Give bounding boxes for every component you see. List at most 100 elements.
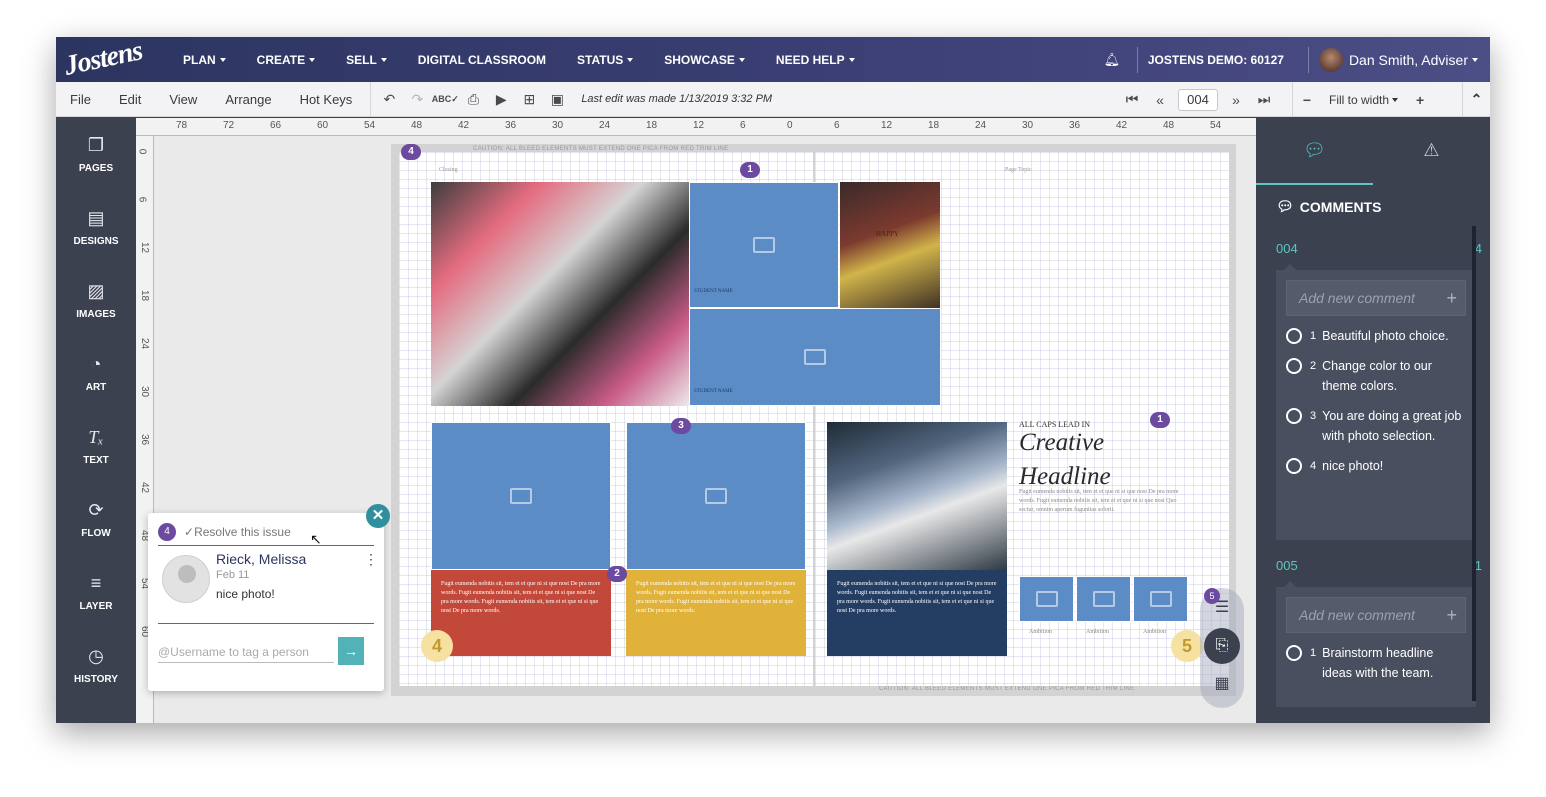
next-page-icon[interactable]: »	[1222, 92, 1250, 108]
flow-icon: ⟳	[88, 500, 104, 520]
caption-block-navy[interactable]: Fugit eumenda nobitis sit, tem et et que…	[827, 570, 1007, 656]
nav-digital-classroom[interactable]: DIGITAL CLASSROOM	[418, 53, 546, 67]
photo-placeholder[interactable]: STUDENT NAME	[689, 182, 839, 308]
sidebar-item-history[interactable]: ◷ HISTORY	[56, 629, 136, 702]
folio-left: Closing	[439, 167, 458, 173]
menu-edit[interactable]: Edit	[105, 92, 155, 107]
resolve-radio[interactable]	[1286, 645, 1302, 661]
close-icon[interactable]: ✕	[366, 504, 390, 528]
ruler-tick-label: 66	[270, 120, 282, 131]
sidebar-item-pages[interactable]: ❐ PAGES	[56, 118, 136, 191]
app-window: Jostens PLAN CREATE SELL DIGITAL CLASSRO…	[56, 37, 1490, 723]
sidebar-item-text[interactable]: Tₓ TEXT	[56, 410, 136, 483]
page-navigator: ⏮︎ « 004 » ⏭︎	[1118, 82, 1278, 117]
avatar	[1318, 47, 1343, 72]
tab-warnings[interactable]: ⚠︎	[1373, 118, 1490, 185]
photo-placeholder[interactable]	[1076, 576, 1131, 622]
print-icon[interactable]: ⎙	[459, 91, 487, 108]
card-notch	[1284, 581, 1296, 587]
resolve-radio[interactable]	[1286, 328, 1302, 344]
sidebar-item-flow[interactable]: ⟳ FLOW	[56, 483, 136, 556]
more-options-icon[interactable]: ⋮	[364, 551, 378, 568]
street-art-photo[interactable]	[827, 422, 1007, 570]
image-icon	[510, 488, 532, 504]
nav-showcase[interactable]: SHOWCASE	[664, 53, 745, 67]
add-comment-input[interactable]: Add new comment +	[1286, 597, 1466, 633]
body-copy[interactable]: Fugit eumenda nobitis sit, tem et et que…	[1019, 488, 1191, 515]
collapse-icon[interactable]: ⌃	[1462, 82, 1490, 117]
nav-plan[interactable]: PLAN	[183, 53, 226, 67]
comment-marker[interactable]: 4	[401, 144, 421, 160]
undo-icon[interactable]: ↶	[375, 91, 403, 108]
zoom-out-icon[interactable]: −	[1293, 92, 1321, 108]
nav-status[interactable]: STATUS	[577, 53, 634, 67]
nav-sell[interactable]: SELL	[346, 53, 387, 67]
photo-placeholder[interactable]	[1019, 576, 1074, 622]
menu-hot-keys[interactable]: Hot Keys	[286, 92, 367, 107]
save-icon[interactable]: ▣	[543, 91, 571, 108]
image-icon	[753, 237, 775, 253]
caption-block-red[interactable]: Fugit eumenda nobitis sit, tem et et que…	[431, 570, 611, 656]
tab-comments[interactable]: 💬︎	[1256, 118, 1373, 185]
last-page-icon[interactable]: ⏭︎	[1250, 91, 1278, 108]
send-arrow-icon[interactable]: →	[338, 637, 364, 665]
plus-icon[interactable]: +	[1446, 598, 1457, 632]
menu-view[interactable]: View	[155, 92, 211, 107]
photo-placeholder[interactable]	[1133, 576, 1188, 622]
zoom-controls: − Fill to width +	[1292, 82, 1434, 117]
jostens-logo[interactable]: Jostens	[62, 37, 146, 83]
nav-create[interactable]: CREATE	[257, 53, 316, 67]
mini-caption: Ambition	[1086, 629, 1110, 635]
spellcheck-icon[interactable]: ABC✓	[431, 94, 459, 105]
resolve-radio[interactable]	[1286, 408, 1302, 424]
layer-icon: ≡	[90, 573, 102, 593]
user-menu[interactable]: Dan Smith, Adviser	[1318, 47, 1490, 72]
folio-right: Page Topic	[1005, 167, 1032, 173]
grid-icon[interactable]: ▦	[1200, 664, 1244, 704]
resolve-radio[interactable]	[1286, 458, 1302, 474]
ruler-tick-label: 42	[458, 120, 470, 131]
preview-icon[interactable]: ▶︎	[487, 91, 515, 108]
headline-line-1[interactable]: Creative	[1019, 426, 1104, 460]
tag-person-input[interactable]: @Username to tag a person	[158, 641, 334, 663]
scrollbar[interactable]	[1472, 226, 1476, 701]
ruler-tick-label: 24	[139, 337, 151, 350]
page-number-input[interactable]: 004	[1178, 88, 1218, 111]
comment-marker[interactable]: 2	[607, 566, 627, 582]
comment-marker[interactable]: 3	[671, 418, 691, 434]
sidebar-item-art[interactable]: ◔ ART	[56, 337, 136, 410]
resolve-issue-link[interactable]: Resolve this issue	[194, 525, 291, 539]
previous-page-icon[interactable]: «	[1146, 92, 1174, 108]
menu-file[interactable]: File	[56, 92, 105, 107]
comment-number-badge: 4	[158, 523, 176, 541]
add-page-icon[interactable]: ⊞	[515, 91, 543, 108]
plus-icon[interactable]: +	[1446, 281, 1457, 315]
photo-placeholder[interactable]	[431, 422, 611, 570]
caption-block-yellow[interactable]: Fugit eumenda nobitis sit, tem et et que…	[626, 570, 806, 656]
zoom-select[interactable]: Fill to width	[1321, 93, 1406, 107]
sidebar-item-images[interactable]: ▨ IMAGES	[56, 264, 136, 337]
bell-icon[interactable]: 🔔︎	[1097, 52, 1127, 68]
menu-arrange[interactable]: Arrange	[211, 92, 285, 107]
divider	[158, 623, 374, 624]
redo-icon[interactable]: ↷	[403, 91, 431, 108]
text-icon: Tₓ	[88, 427, 104, 447]
first-page-icon[interactable]: ⏮︎	[1118, 91, 1146, 108]
comment-marker[interactable]: 1	[740, 162, 760, 178]
comment-text: nice photo!	[216, 587, 275, 601]
avatar	[162, 555, 210, 603]
sidebar-item-designs[interactable]: ▤ DESIGNS	[56, 191, 136, 264]
section-header-004: 004 4	[1276, 241, 1482, 256]
book-photo[interactable]: HAPPY	[840, 182, 940, 308]
add-comment-input[interactable]: Add new comment +	[1286, 280, 1466, 316]
zoom-in-icon[interactable]: +	[1406, 92, 1434, 108]
sidebar-item-layer[interactable]: ≡ LAYER	[56, 556, 136, 629]
comment-marker[interactable]: 1	[1150, 412, 1170, 428]
photo-placeholder[interactable]: STUDENT NAME	[689, 308, 941, 406]
photo-placeholder[interactable]	[626, 422, 806, 570]
resolve-radio[interactable]	[1286, 358, 1302, 374]
clipboard-icon[interactable]: ⎘	[1204, 628, 1240, 664]
nav-need-help[interactable]: NEED HELP	[776, 53, 855, 67]
page-spread: CAUTION: ALL BLEED ELEMENTS MUST EXTEND …	[391, 144, 1236, 696]
caret-down-icon	[1472, 57, 1478, 62]
